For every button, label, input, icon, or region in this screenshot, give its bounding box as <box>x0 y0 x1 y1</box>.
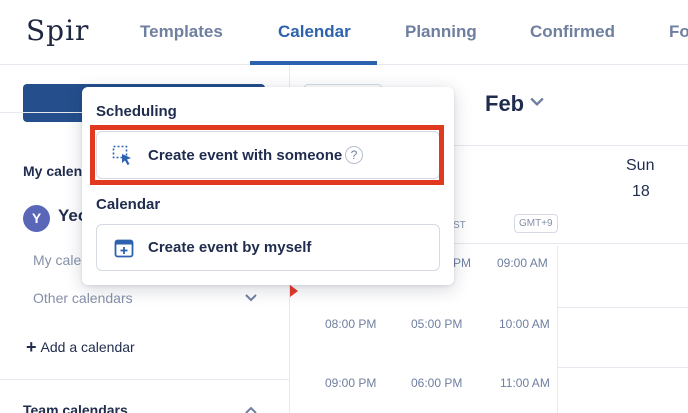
time-label: 09:00 AM <box>497 256 548 270</box>
chevron-down-icon[interactable] <box>245 292 257 304</box>
current-time-marker <box>290 285 298 297</box>
month-label[interactable]: Feb <box>485 91 524 117</box>
my-calendars-title: My calen <box>23 163 83 179</box>
day-number[interactable]: 18 <box>632 183 650 201</box>
sidebar-item-other-calendars[interactable]: Other calendars <box>33 290 133 306</box>
add-calendar-label: Add a calendar <box>40 339 135 355</box>
tab-planning[interactable]: Planning <box>405 22 477 42</box>
sidebar-item-my-calendar[interactable]: My cale <box>33 252 81 268</box>
day-name: Sun <box>626 157 655 174</box>
time-label: 05:00 PM <box>411 317 463 331</box>
grid-line <box>557 246 558 413</box>
time-label: 09:00 PM <box>325 376 377 390</box>
app-logo[interactable]: Spir <box>26 14 89 47</box>
calendar-heading: Calendar <box>96 196 161 213</box>
tab-calendar[interactable]: Calendar <box>278 22 351 42</box>
sidebar-divider <box>0 379 289 380</box>
highlight-box <box>90 125 444 185</box>
avatar: Y <box>23 205 50 232</box>
create-event-by-myself-label: Create event by myself <box>148 239 312 256</box>
tab-templates[interactable]: Templates <box>140 22 223 42</box>
calendar-add-icon <box>114 239 134 258</box>
create-event-menu: Scheduling Create event with someone ? C… <box>82 87 454 285</box>
grid-line <box>558 307 688 308</box>
tab-more[interactable]: Fo <box>669 22 688 42</box>
time-label: 11:00 AM <box>500 376 550 390</box>
chevron-up-icon[interactable] <box>245 404 257 413</box>
grid-line <box>558 367 688 368</box>
time-label: PM <box>453 256 471 270</box>
scheduling-heading: Scheduling <box>96 103 177 120</box>
team-calendars-title: Team calendars <box>23 402 128 413</box>
plus-icon: + <box>26 337 37 357</box>
timezone-badge[interactable]: GMT+9 <box>514 214 558 233</box>
add-calendar-link[interactable]: + Add a calendar <box>26 337 135 358</box>
time-label: 06:00 PM <box>411 376 463 390</box>
create-event-by-myself-option[interactable]: Create event by myself <box>96 224 440 271</box>
month-chevron-down-icon[interactable] <box>530 95 544 109</box>
timezone-label: ST <box>453 220 466 231</box>
time-label: 08:00 PM <box>325 317 377 331</box>
time-label: 10:00 AM <box>499 317 550 331</box>
tab-confirmed[interactable]: Confirmed <box>530 22 615 42</box>
top-navigation: Spir Templates Calendar Planning Confirm… <box>0 0 688 65</box>
